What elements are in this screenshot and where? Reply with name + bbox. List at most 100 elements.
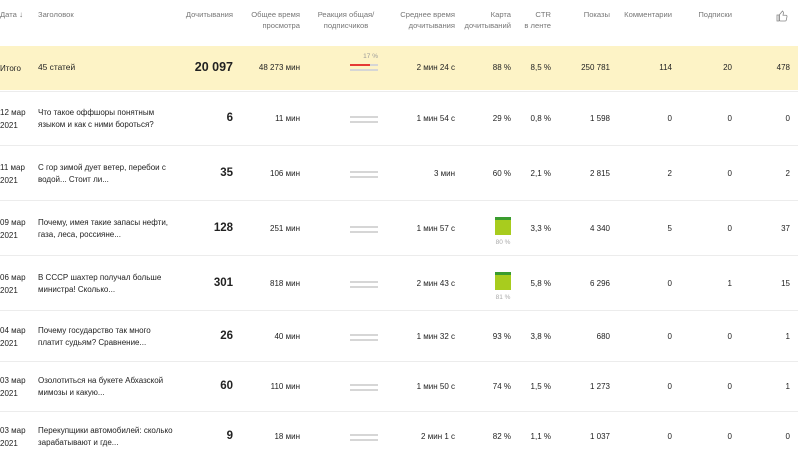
title-header[interactable]: Заголовок xyxy=(38,9,74,20)
row-avg-time: 1 мин 54 с xyxy=(416,114,455,123)
row-subscriptions: 0 xyxy=(727,224,732,233)
total-title: 45 статей xyxy=(38,62,76,72)
row-date: 03 мар 2021 xyxy=(0,426,26,448)
row-avg-time: 1 мин 32 с xyxy=(416,332,455,341)
row-ctr: 2,1 % xyxy=(530,169,551,178)
row-avg-time: 2 мин 1 с xyxy=(421,432,455,441)
row-ctr: 1,1 % xyxy=(530,432,551,441)
row-date: 11 мар 2021 xyxy=(0,163,25,185)
total-reaction-bars: 17 % xyxy=(350,53,378,76)
row-ctr: 0,8 % xyxy=(530,114,551,123)
row-reads: 301 xyxy=(213,277,233,289)
impressions-header[interactable]: Показы xyxy=(570,9,610,20)
row-heat: 29 % xyxy=(492,114,511,123)
table-row[interactable]: 11 мар 2021 С гор зимой дует ветер, пере… xyxy=(0,145,798,201)
row-comments: 0 xyxy=(667,382,672,391)
total-impressions: 250 781 xyxy=(581,63,610,72)
row-likes: 0 xyxy=(785,432,790,441)
row-total-time: 251 мин xyxy=(270,224,300,233)
ctr-header[interactable]: CTR в ленте xyxy=(520,9,551,31)
row-title-link[interactable]: Перекупщики автомобилей: сколько зарабат… xyxy=(38,425,178,448)
row-impressions: 1 037 xyxy=(589,432,610,441)
row-avg-time: 2 мин 43 с xyxy=(416,279,455,288)
sort-by-date-header[interactable]: Дата ↓ xyxy=(0,9,32,20)
row-title-link[interactable]: Озолотиться на букете Абхазской мимозы и… xyxy=(38,375,178,398)
row-total-time: 18 мин xyxy=(274,432,300,441)
table-row[interactable]: 03 мар 2021 Озолотиться на букете Абхазс… xyxy=(0,361,798,412)
row-likes: 2 xyxy=(785,169,790,178)
row-likes: 15 xyxy=(781,279,790,288)
reaction-fill xyxy=(350,64,371,66)
row-ctr: 5,8 % xyxy=(530,279,551,288)
row-total-time: 818 мин xyxy=(270,279,300,288)
row-heat: 60 % xyxy=(492,169,511,178)
row-likes: 37 xyxy=(781,224,790,233)
row-likes: 0 xyxy=(785,114,790,123)
row-avg-time: 1 мин 50 с xyxy=(416,382,455,391)
row-reads: 6 xyxy=(226,112,233,124)
row-reaction-bars xyxy=(350,171,378,183)
row-ctr: 1,5 % xyxy=(530,382,551,391)
row-comments: 0 xyxy=(667,432,672,441)
row-title-link[interactable]: Почему государство так много платит судь… xyxy=(38,325,178,348)
sort-arrow-down-icon: ↓ xyxy=(18,10,23,19)
total-time-header[interactable]: Общее время просмотра xyxy=(240,9,300,31)
row-reads: 35 xyxy=(220,167,233,179)
table-row[interactable]: 03 мар 2021 Перекупщики автомобилей: ско… xyxy=(0,411,798,462)
avg-time-header[interactable]: Среднее время дочитывания xyxy=(392,9,455,31)
row-title-link[interactable]: Почему, имея такие запасы нефти, газа, л… xyxy=(38,217,178,240)
total-label: Итого xyxy=(0,64,21,73)
row-impressions: 680 xyxy=(596,332,610,341)
row-subscriptions: 0 xyxy=(727,382,732,391)
row-total-time: 40 мин xyxy=(274,332,300,341)
total-heat: 88 % xyxy=(492,63,511,72)
subscriptions-header[interactable]: Подписки xyxy=(690,9,732,20)
row-reads: 26 xyxy=(220,330,233,342)
row-ctr: 3,8 % xyxy=(530,332,551,341)
row-reaction-bars xyxy=(350,116,378,128)
row-reaction-bars xyxy=(350,281,378,293)
table-row[interactable]: 06 мар 2021 В СССР шахтер получал больше… xyxy=(0,255,798,311)
reads-header[interactable]: Дочитывания xyxy=(170,9,233,20)
row-heat: 82 % xyxy=(492,432,511,441)
row-heat: 93 % xyxy=(492,332,511,341)
row-date: 06 мар 2021 xyxy=(0,273,26,295)
row-total-time: 110 мин xyxy=(270,382,300,391)
total-time: 48 273 мин xyxy=(258,63,300,72)
row-title-link[interactable]: Что такое оффшоры понятным языком и как … xyxy=(38,107,178,130)
thumbs-up-icon[interactable] xyxy=(776,9,788,22)
total-comments: 114 xyxy=(659,63,672,72)
heatmap-bar xyxy=(495,217,511,235)
row-reaction-bars xyxy=(350,384,378,396)
row-subscriptions: 0 xyxy=(727,169,732,178)
row-title-link[interactable]: В СССР шахтер получал больше министра! С… xyxy=(38,272,178,295)
total-likes: 478 xyxy=(776,63,790,72)
comments-header[interactable]: Комментарии xyxy=(618,9,672,20)
total-row: Итого 45 статей 20 097 48 273 мин 17 % 2… xyxy=(0,46,798,90)
row-date: 04 мар 2021 xyxy=(0,326,26,348)
row-reaction-bars xyxy=(350,226,378,238)
total-ctr: 8,5 % xyxy=(530,63,551,72)
reaction-header[interactable]: Реакция общая/ подписчиков xyxy=(314,9,378,31)
heatmap-percent: 80 % xyxy=(495,239,511,246)
row-impressions: 6 296 xyxy=(589,279,610,288)
row-total-time: 106 мин xyxy=(270,169,300,178)
row-avg-time: 3 мин xyxy=(433,169,455,178)
table-row[interactable]: 12 мар 2021 Что такое оффшоры понятным я… xyxy=(0,91,798,146)
heatmap-header[interactable]: Карта дочитываний xyxy=(458,9,511,31)
reaction-percent: 17 % xyxy=(363,53,378,60)
heatmap-bar xyxy=(495,272,511,290)
row-reaction-bars xyxy=(350,334,378,346)
row-comments: 0 xyxy=(667,279,672,288)
table-row[interactable]: 09 мар 2021 Почему, имея такие запасы не… xyxy=(0,200,798,256)
row-subscriptions: 0 xyxy=(727,332,732,341)
row-title-link[interactable]: С гор зимой дует ветер, перебои с водой.… xyxy=(38,162,178,185)
row-reads: 9 xyxy=(226,430,233,442)
row-impressions: 1 273 xyxy=(589,382,610,391)
table-row[interactable]: 04 мар 2021 Почему государство так много… xyxy=(0,310,798,362)
row-comments: 0 xyxy=(667,114,672,123)
row-date: 03 мар 2021 xyxy=(0,376,26,398)
row-avg-time: 1 мин 57 с xyxy=(416,224,455,233)
row-total-time: 11 мин xyxy=(275,114,300,123)
row-date: 09 мар 2021 xyxy=(0,218,26,240)
